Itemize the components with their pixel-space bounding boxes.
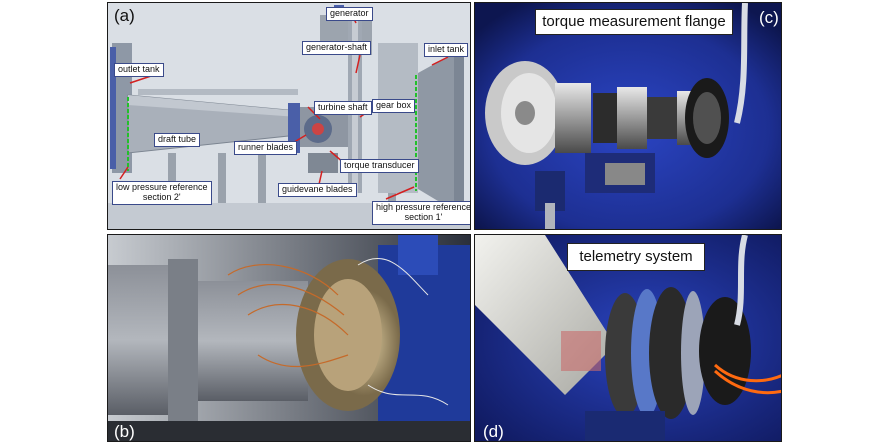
label-gear-box: gear box [372, 99, 416, 113]
torque-flange-photo [475, 3, 781, 229]
label-turbine-shaft: turbine shaft [314, 101, 372, 115]
label-high-pressure-reference: high pressure reference section 1' [372, 201, 470, 225]
panel-c-letter: (c) [759, 8, 779, 27]
panel-b-letter: (b) [114, 422, 135, 441]
panel-a-letter: (a) [114, 6, 135, 25]
panel-c-title: torque measurement flange [535, 9, 733, 35]
panel-d-photo: telemetry system (d) [474, 234, 782, 442]
label-generator-shaft: generator-shaft [302, 41, 372, 55]
test-rig-photo [108, 235, 470, 441]
label-generator: generator [326, 7, 373, 21]
label-inlet-tank: inlet tank [424, 43, 469, 57]
high-pressure-line2: section 1' [404, 211, 443, 222]
label-low-pressure-reference: low pressure reference section 2' [112, 181, 212, 205]
panel-b-photo: (b) [107, 234, 471, 442]
label-torque-transducer: torque transducer [340, 159, 419, 173]
panel-a-cad-drawing: (a) generator generator-shaft inlet tank… [107, 2, 471, 230]
low-pressure-line2: section 2' [142, 191, 181, 202]
label-draft-tube: draft tube [154, 133, 201, 147]
panel-d-title: telemetry system [567, 243, 705, 271]
label-guidevane-blades: guidevane blades [278, 183, 357, 197]
panel-d-letter: (d) [483, 422, 504, 441]
label-outlet-tank: outlet tank [114, 63, 164, 77]
panel-c-photo: torque measurement flange (c) [474, 2, 782, 230]
label-runner-blades: runner blades [234, 141, 298, 155]
